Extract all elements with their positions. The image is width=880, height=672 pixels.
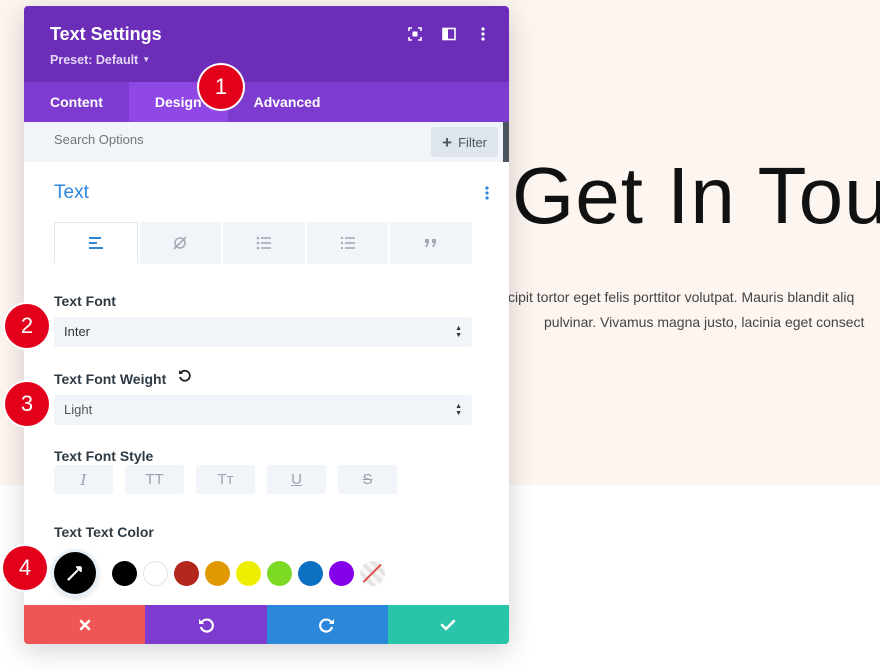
color-swatch-7[interactable] <box>329 561 354 586</box>
step-badge-3: 3 <box>5 382 49 426</box>
capitalize-button[interactable]: Tт <box>196 465 255 494</box>
step-badge-2: 2 <box>5 304 49 348</box>
section-more-icon[interactable] <box>485 186 489 205</box>
preset-label: Preset: Default <box>50 53 139 67</box>
color-swatch-6[interactable] <box>298 561 323 586</box>
text-settings-modal: Text Settings Preset: Default ▼ Content D… <box>24 6 509 644</box>
redo-icon <box>319 617 335 633</box>
tab-advanced[interactable]: Advanced <box>228 82 347 122</box>
text-font-select[interactable]: Inter ▲ ▼ <box>54 317 472 347</box>
text-color-label: Text Text Color <box>54 524 154 540</box>
search-input[interactable] <box>54 132 354 147</box>
eyedropper-icon <box>67 566 82 581</box>
modal-title: Text Settings <box>50 24 162 44</box>
subtab-ul[interactable] <box>223 222 305 264</box>
reset-icon[interactable] <box>178 369 192 388</box>
italic-button[interactable]: I <box>54 465 113 494</box>
color-swatch-2[interactable] <box>174 561 199 586</box>
caret-down-icon: ▼ <box>142 55 151 64</box>
text-font-weight-select[interactable]: Light ▲ ▼ <box>54 395 472 425</box>
page: Get In Tou cipit tortor eget felis portt… <box>0 0 880 672</box>
quote-icon <box>425 239 437 247</box>
color-swatch-1[interactable] <box>143 561 168 586</box>
link-slash-icon <box>173 236 187 250</box>
text-font-weight-label: Text Font Weight <box>54 371 167 387</box>
undo-button[interactable] <box>145 605 267 644</box>
filter-label: Filter <box>458 134 487 150</box>
save-button[interactable] <box>387 605 509 644</box>
color-swatch-clear[interactable] <box>360 561 385 586</box>
align-left-icon <box>88 236 103 249</box>
text-font-weight-value: Light <box>64 402 93 417</box>
subtab-quote[interactable] <box>390 222 472 264</box>
redo-button[interactable] <box>266 605 388 644</box>
bullet-list-icon <box>256 236 271 250</box>
filter-button[interactable]: + Filter <box>431 127 498 157</box>
color-picker-button[interactable] <box>54 552 96 594</box>
uppercase-button[interactable]: TT <box>125 465 184 494</box>
check-icon <box>441 619 456 630</box>
text-subtabs <box>54 222 472 264</box>
color-swatches <box>112 561 385 586</box>
subtab-text[interactable] <box>54 222 138 264</box>
step-badge-1: 1 <box>199 65 243 109</box>
undo-icon <box>198 617 214 633</box>
fullscreen-icon[interactable] <box>407 26 423 42</box>
color-swatch-3[interactable] <box>205 561 230 586</box>
section-title[interactable]: Text <box>54 182 89 204</box>
modal-footer <box>24 605 509 644</box>
preset-dropdown[interactable]: Preset: Default ▼ <box>50 53 150 67</box>
subtab-ol[interactable] <box>306 222 389 264</box>
scrollbar[interactable] <box>503 122 509 162</box>
close-icon <box>79 619 90 630</box>
cancel-button[interactable] <box>24 605 146 644</box>
more-vertical-icon[interactable] <box>475 26 491 42</box>
select-arrows-icon: ▲ ▼ <box>455 325 462 339</box>
search-bar: + Filter <box>24 122 509 162</box>
modal-header: Text Settings Preset: Default ▼ <box>24 6 509 82</box>
step-badge-4: 4 <box>3 546 47 590</box>
hero-paragraph-line-2: pulvinar. Vivamus magna justo, lacinia e… <box>544 314 865 330</box>
hero-paragraph: cipit tortor eget felis porttitor volutp… <box>500 285 880 335</box>
settings-body: Text Text Font Inter ▲ ▼ Text Font Weigh… <box>24 162 509 605</box>
select-arrows-icon: ▲ ▼ <box>455 403 462 417</box>
color-swatch-0[interactable] <box>112 561 137 586</box>
tab-content[interactable]: Content <box>24 82 129 122</box>
text-font-label: Text Font <box>54 293 116 309</box>
color-swatch-4[interactable] <box>236 561 261 586</box>
hero-paragraph-line-1: cipit tortor eget felis porttitor volutp… <box>508 289 855 305</box>
settings-tabs: Content Design Advanced <box>24 82 509 122</box>
hero-heading: Get In Tou <box>512 151 880 240</box>
color-swatch-5[interactable] <box>267 561 292 586</box>
numbered-list-icon <box>340 237 355 249</box>
underline-button[interactable]: U <box>267 465 326 494</box>
split-view-icon[interactable] <box>441 26 457 42</box>
text-font-value: Inter <box>64 324 91 339</box>
font-style-buttons: I TT Tт U S <box>54 465 397 494</box>
plus-icon: + <box>442 132 453 152</box>
subtab-link[interactable] <box>139 222 222 264</box>
text-font-style-label: Text Font Style <box>54 448 154 464</box>
strikethrough-button[interactable]: S <box>338 465 397 494</box>
